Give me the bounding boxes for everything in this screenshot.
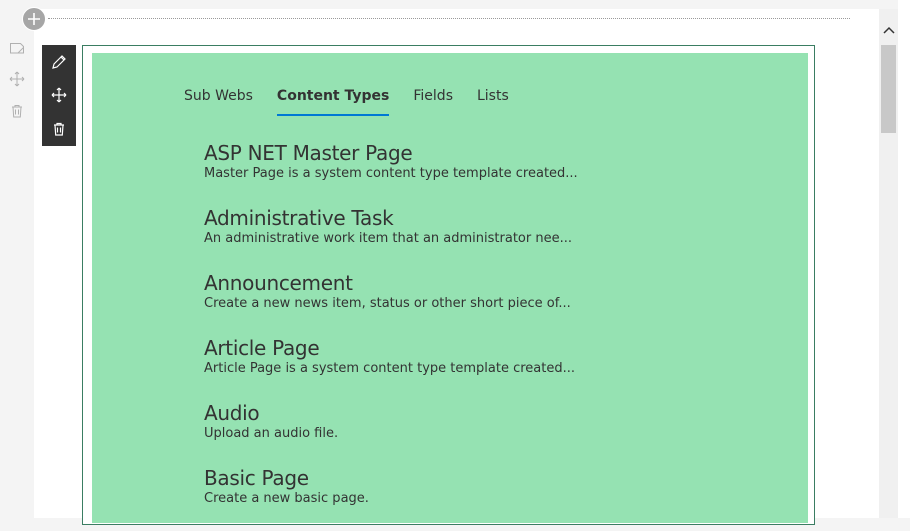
item-description: Create a new news item, status or other …	[204, 296, 571, 311]
item-title[interactable]: ASP NET Master Page	[204, 141, 764, 165]
tab-content-types[interactable]: Content Types	[276, 86, 390, 116]
add-section-button[interactable]	[22, 7, 46, 31]
move-icon[interactable]	[8, 70, 26, 88]
content-type-list: ASP NET Master Page Master Page is a sys…	[204, 141, 764, 531]
section-toolbar	[0, 0, 34, 518]
scrollbar-thumb[interactable]	[881, 45, 896, 133]
chevron-up-icon	[882, 26, 895, 34]
item-description: Create a new basic page.	[204, 491, 369, 506]
item-title[interactable]: Basic Page	[204, 466, 764, 490]
edit-webpart-button[interactable]	[42, 45, 76, 78]
item-description: Master Page is a system content type tem…	[204, 166, 578, 181]
trash-icon	[54, 122, 64, 136]
pencil-icon	[52, 54, 66, 69]
section-divider	[48, 18, 850, 19]
item-description: Article Page is a system content type te…	[204, 361, 575, 376]
item-title[interactable]: Article Page	[204, 336, 764, 360]
right-gutter	[898, 0, 910, 518]
sticky-note-icon[interactable]	[8, 39, 26, 57]
vertical-scrollbar[interactable]	[879, 9, 898, 518]
plus-icon	[28, 13, 40, 25]
item-description: An administrative work item that an admi…	[204, 231, 572, 246]
list-item[interactable]: Basic Page Create a new basic page.	[204, 466, 764, 531]
list-item[interactable]: Audio Upload an audio file.	[204, 401, 764, 466]
item-description: Upload an audio file.	[204, 426, 339, 441]
tab-sub-webs[interactable]: Sub Webs	[184, 86, 253, 114]
webpart-toolbar	[42, 45, 76, 146]
move-icon	[51, 87, 67, 102]
scroll-up-button[interactable]	[879, 21, 898, 39]
item-title[interactable]: Audio	[204, 401, 764, 425]
move-webpart-button[interactable]	[42, 78, 76, 111]
trash-icon[interactable]	[8, 102, 26, 120]
tab-bar: Sub Webs Content Types Fields Lists	[184, 86, 533, 116]
list-item[interactable]: Administrative Task An administrative wo…	[204, 206, 764, 271]
item-title[interactable]: Administrative Task	[204, 206, 764, 230]
tab-fields[interactable]: Fields	[413, 86, 453, 114]
list-item[interactable]: Announcement Create a new news item, sta…	[204, 271, 764, 336]
item-title[interactable]: Announcement	[204, 271, 764, 295]
tab-lists[interactable]: Lists	[477, 86, 509, 114]
list-item[interactable]: ASP NET Master Page Master Page is a sys…	[204, 141, 764, 206]
webpart-content: Sub Webs Content Types Fields Lists ASP …	[92, 53, 808, 523]
delete-webpart-button[interactable]	[42, 112, 76, 145]
list-item[interactable]: Article Page Article Page is a system co…	[204, 336, 764, 401]
